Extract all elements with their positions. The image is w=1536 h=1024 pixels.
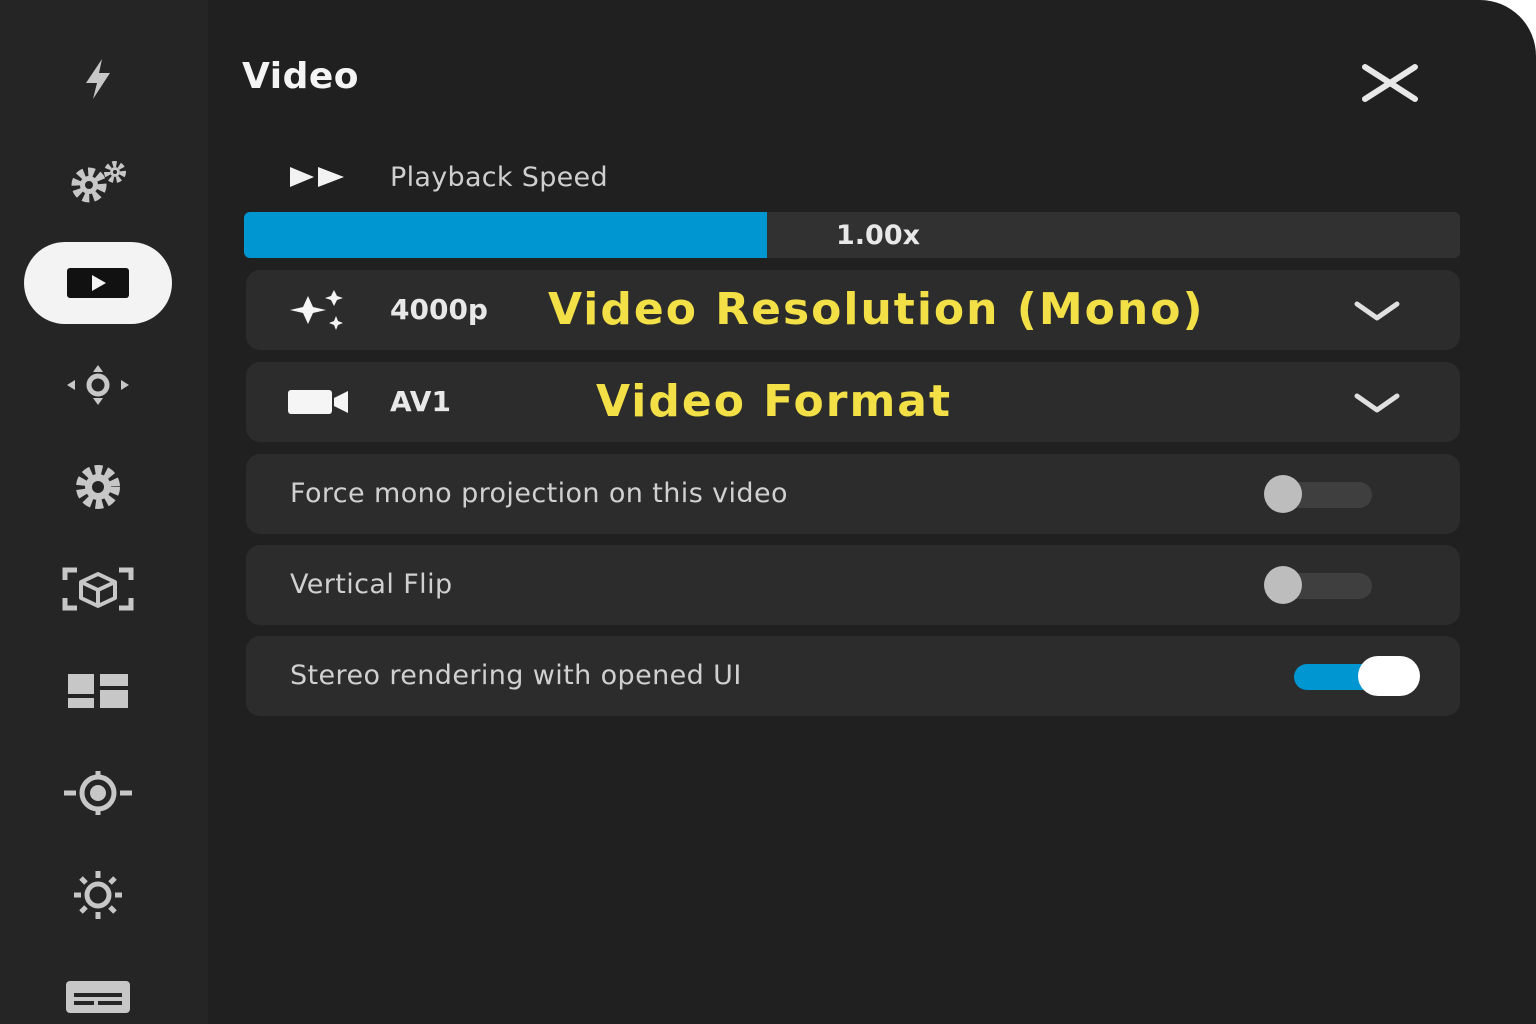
video-resolution-value: 4000p [390,293,488,326]
video-format-dropdown[interactable]: AV1 Video Format [246,362,1460,442]
playback-speed-label: Playback Speed [390,161,608,193]
force-mono-label: Force mono projection on this video [290,478,788,509]
sidebar-item-layout[interactable] [24,650,172,732]
toggle-row-force-mono: Force mono projection on this video [246,454,1460,534]
target-icon [64,771,132,815]
toggle-row-stereo-rendering: Stereo rendering with opened UI [246,636,1460,716]
video-settings-window: Video Playback Speed 1.00x 4000p Video R… [0,0,1536,1024]
dashboard-grid-icon [68,674,128,708]
force-mono-toggle[interactable] [1246,454,1386,534]
fast-forward-icon [288,165,346,189]
chevron-down-icon [1352,270,1402,350]
video-panel: Video Playback Speed 1.00x 4000p Video R… [208,0,1536,1024]
sidebar [0,0,208,1024]
gears-icon [71,161,126,203]
video-format-value: AV1 [390,385,451,418]
subtitles-icon [66,981,130,1013]
gear-icon [76,465,120,509]
lightning-icon [86,59,110,99]
sparkle-icon [286,270,352,350]
vertical-flip-label: Vertical Flip [290,569,453,600]
sidebar-item-subtitles[interactable] [24,956,172,1024]
page-title: Video [242,56,359,97]
play-icon [67,268,129,298]
video-camera-icon [286,362,350,442]
close-button[interactable] [1358,58,1422,108]
playback-speed-value: 1.00x [836,220,921,251]
video-format-label: Video Format [596,376,953,427]
toggle-knob [1264,566,1302,604]
close-icon [1362,64,1418,102]
vertical-flip-toggle[interactable] [1246,545,1386,625]
stereo-rendering-label: Stereo rendering with opened UI [290,660,742,691]
playback-speed-fill [244,212,767,258]
playback-speed-header: Playback Speed [288,152,608,202]
cube-scan-icon [62,567,134,611]
sidebar-item-video[interactable] [24,242,172,324]
sidebar-item-3d[interactable] [24,548,172,630]
toggle-row-vertical-flip: Vertical Flip [246,545,1460,625]
sidebar-item-quick[interactable] [24,38,172,120]
toggle-knob [1264,475,1302,513]
sidebar-item-tracking[interactable] [24,752,172,834]
toggle-knob [1358,656,1420,696]
sidebar-item-settings[interactable] [24,446,172,528]
sidebar-item-display[interactable] [24,854,172,936]
sidebar-item-position[interactable] [24,344,172,426]
brightness-icon [74,871,122,919]
sidebar-item-general[interactable] [24,140,172,222]
stereo-rendering-toggle[interactable] [1280,636,1420,716]
chevron-down-icon [1352,362,1402,442]
move-arrows-icon [67,365,129,405]
playback-speed-slider[interactable]: 1.00x [244,212,1460,258]
video-resolution-label: Video Resolution (Mono) [548,284,1205,335]
video-resolution-dropdown[interactable]: 4000p Video Resolution (Mono) [246,270,1460,350]
